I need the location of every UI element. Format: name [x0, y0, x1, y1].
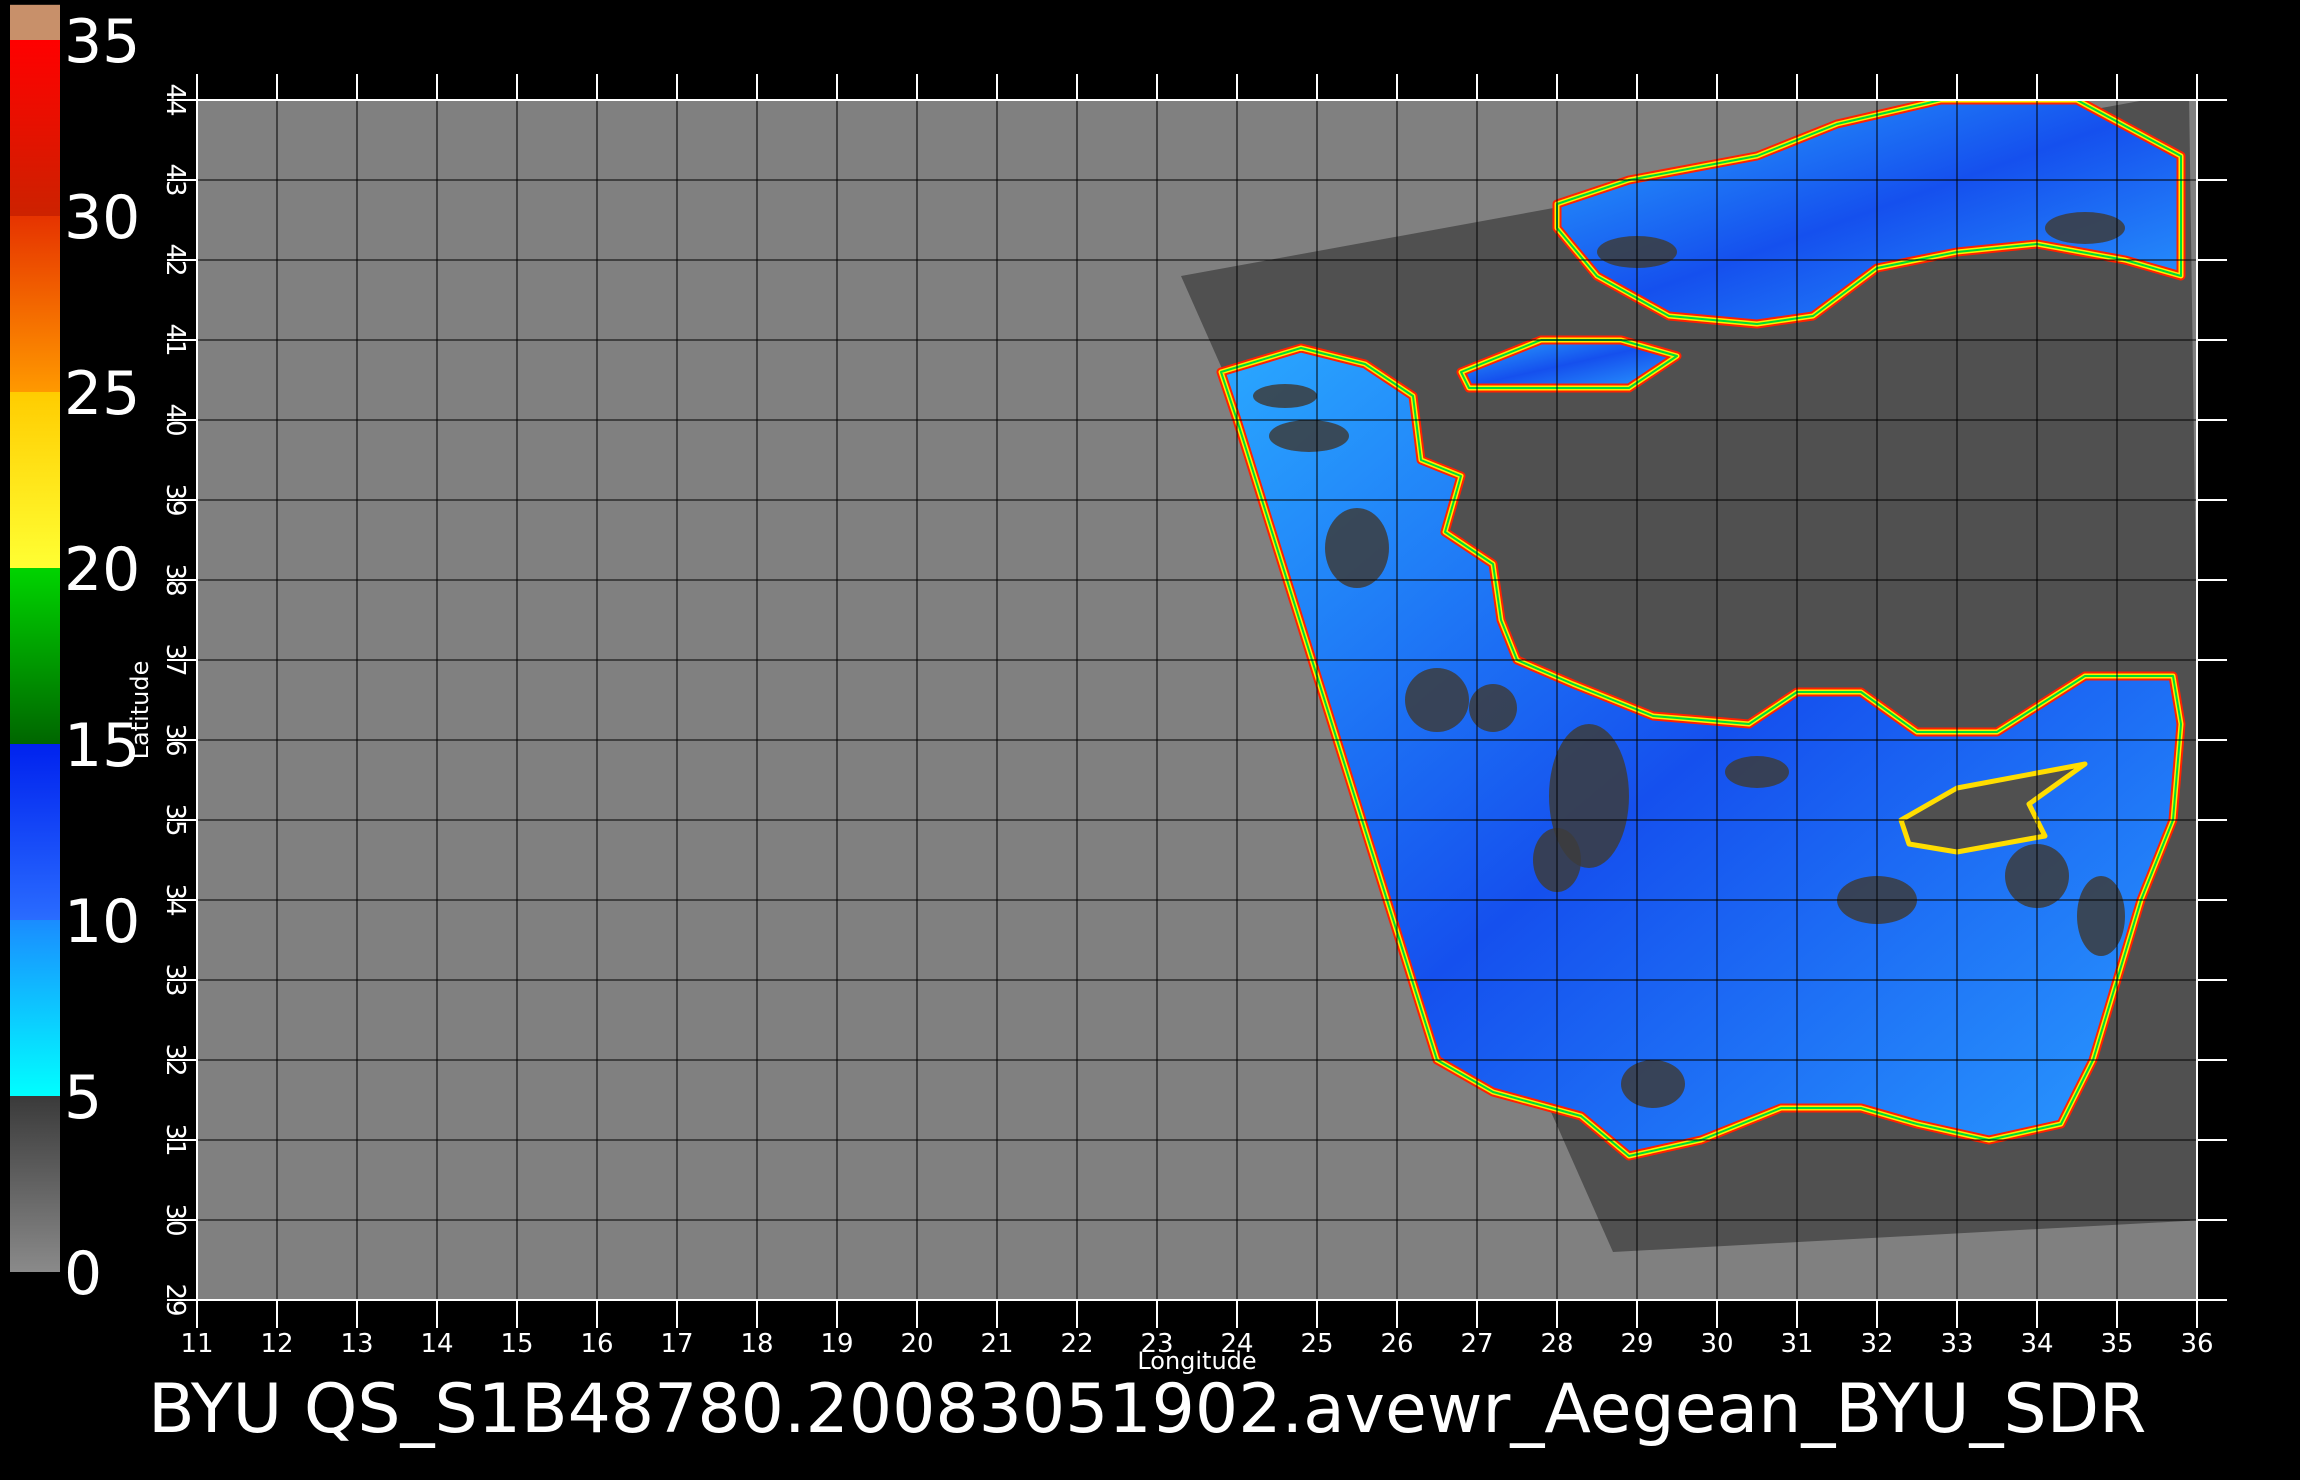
lat-tick-label: 42: [160, 243, 190, 276]
lon-tick-label: 18: [740, 1329, 773, 1359]
rain-flag-patch: [2045, 212, 2125, 244]
rain-flag-patch: [2077, 876, 2125, 956]
lat-tick-label: 35: [160, 803, 190, 836]
lon-tick-label: 26: [1380, 1329, 1413, 1359]
lon-tick-label: 14: [420, 1329, 453, 1359]
latitude-axis-label: Latitude: [126, 661, 154, 760]
map-panel: 11 12 13 14 15 16 17 18 19 20 21 22 23 24 25 26 27 28 29 30…: [160, 74, 2227, 1359]
lat-tick-label: 34: [160, 883, 190, 916]
colorbar-label: 35: [64, 7, 140, 77]
lon-tick-label: 36: [2180, 1329, 2213, 1359]
colorbar-segment: [10, 920, 60, 1096]
lon-tick-label: 12: [260, 1329, 293, 1359]
lon-tick-label: 15: [500, 1329, 533, 1359]
lat-tick-label: 41: [160, 323, 190, 356]
colorbar-label: 20: [64, 535, 140, 605]
lat-tick-label: 31: [160, 1123, 190, 1156]
lon-tick-label: 19: [820, 1329, 853, 1359]
lat-tick-label: 37: [160, 643, 190, 676]
rain-flag-patch: [1269, 420, 1349, 452]
colorbar-label: 30: [64, 183, 140, 253]
rain-flag-patch: [1469, 684, 1517, 732]
rain-flag-patch: [1725, 756, 1789, 788]
lon-tick-label: 27: [1460, 1329, 1493, 1359]
lon-tick-label: 17: [660, 1329, 693, 1359]
colorbar-segment: [10, 1096, 60, 1272]
lon-tick-label: 28: [1540, 1329, 1573, 1359]
lon-tick-label: 35: [2100, 1329, 2133, 1359]
lon-tick-label: 13: [340, 1329, 373, 1359]
colorbar-label: 25: [64, 359, 140, 429]
colorbar-label: 10: [64, 887, 140, 957]
lon-tick-label: 34: [2020, 1329, 2053, 1359]
rain-flag-patch: [1325, 508, 1389, 588]
colorbar-label: 0: [64, 1239, 102, 1309]
colorbar-segment: [10, 568, 60, 744]
lon-tick-label: 32: [1860, 1329, 1893, 1359]
lat-tick-label: 44: [160, 83, 190, 116]
lat-tick-label: 30: [160, 1203, 190, 1236]
colorbar-segment: [10, 392, 60, 568]
lon-tick-label: 21: [980, 1329, 1013, 1359]
lat-tick-label: 33: [160, 963, 190, 996]
lat-tick-label: 29: [160, 1283, 190, 1316]
rain-flag-patch: [1621, 1060, 1685, 1108]
colorbar-segment: [10, 4, 60, 41]
figure-title: BYU QS_S1B48780.20083051902.avewr_Aegean…: [148, 1370, 2146, 1449]
lon-tick-label: 29: [1620, 1329, 1653, 1359]
rain-flag-patch: [1253, 384, 1317, 408]
lat-tick-label: 39: [160, 483, 190, 516]
lat-tick-label: 32: [160, 1043, 190, 1076]
lon-tick-label: 30: [1700, 1329, 1733, 1359]
colorbar-label: 5: [64, 1063, 102, 1133]
colorbar: [10, 4, 60, 1272]
lat-tick-label: 43: [160, 163, 190, 196]
colorbar-segment: [10, 216, 60, 392]
lat-tick-label: 40: [160, 403, 190, 436]
lat-tick-label: 38: [160, 563, 190, 596]
lon-tick-label: 31: [1780, 1329, 1813, 1359]
colorbar-segment: [10, 744, 60, 920]
lon-tick-label: 11: [180, 1329, 213, 1359]
lon-tick-label: 16: [580, 1329, 613, 1359]
lat-tick-label: 36: [160, 723, 190, 756]
lon-tick-label: 22: [1060, 1329, 1093, 1359]
colorbar-segment: [10, 40, 60, 216]
lon-tick-label: 33: [1940, 1329, 1973, 1359]
lon-tick-label: 25: [1300, 1329, 1333, 1359]
rain-flag-patch: [1405, 668, 1469, 732]
lon-tick-label: 20: [900, 1329, 933, 1359]
wind-speed-map-figure: 05101520253035 11 12 13 14 15 16 17 18 19 20 21 22 2…: [0, 0, 2300, 1480]
